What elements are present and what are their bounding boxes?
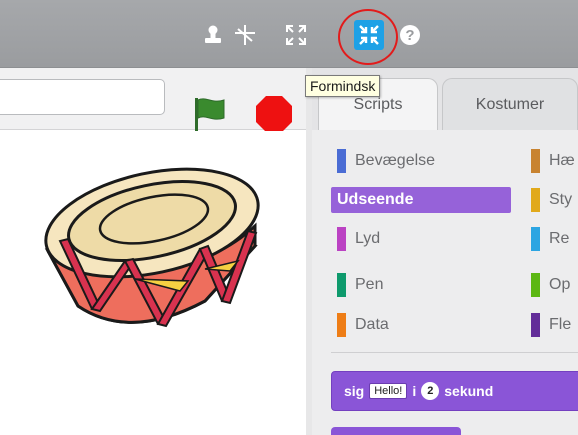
category-motion[interactable]: Bevægelse: [337, 148, 435, 174]
category-label: Op: [549, 276, 571, 293]
category-color-swatch: [531, 273, 540, 297]
category-label: Udseende: [337, 191, 414, 208]
category-more-blocks[interactable]: Fle: [531, 312, 571, 338]
category-color-swatch: [531, 313, 540, 337]
grow-icon[interactable]: [283, 22, 309, 48]
cut-icon[interactable]: [232, 22, 258, 48]
say-for-secs-block[interactable]: sig Hello! i 2 sekund: [331, 371, 578, 411]
category-color-swatch: [337, 227, 346, 251]
block-joiner: i: [412, 383, 417, 399]
top-toolbar: ?: [0, 0, 578, 68]
block-keyword: sig: [344, 383, 365, 399]
category-label: Pen: [355, 276, 384, 293]
category-looks[interactable]: Udseende: [331, 187, 511, 213]
category-color-swatch: [531, 188, 540, 212]
category-data[interactable]: Data: [337, 312, 389, 338]
svg-text:?: ?: [405, 27, 414, 44]
category-label: Fle: [549, 316, 572, 333]
drum-sprite[interactable]: [30, 131, 280, 331]
category-operators[interactable]: Op: [531, 272, 570, 298]
category-control[interactable]: Sty: [531, 187, 572, 213]
tab-costumes[interactable]: Kostumer: [442, 78, 578, 130]
category-color-swatch: [531, 227, 540, 251]
category-label: Bevægelse: [355, 152, 436, 169]
stamp-icon[interactable]: [200, 22, 226, 48]
green-flag-icon[interactable]: [192, 94, 226, 134]
tooltip: Formindsk: [305, 75, 381, 97]
tab-costumes-label: Kostumer: [475, 95, 545, 113]
category-label: Data: [355, 316, 389, 333]
category-color-swatch: [337, 149, 346, 173]
palette-separator: [331, 352, 578, 353]
category-color-swatch: [337, 273, 346, 297]
block-suffix: sekund: [444, 383, 494, 399]
category-color-swatch: [531, 149, 540, 173]
category-label: Sty: [549, 191, 573, 208]
next-block-partial[interactable]: [331, 427, 461, 435]
category-label: Re: [549, 230, 570, 247]
help-icon[interactable]: ?: [397, 22, 423, 48]
category-color-swatch: [337, 313, 346, 337]
category-pen[interactable]: Pen: [337, 272, 383, 298]
project-title-input[interactable]: [0, 79, 165, 115]
highlight-ring: [338, 9, 398, 65]
category-sound[interactable]: Lyd: [337, 226, 380, 252]
category-sensing[interactable]: Re: [531, 226, 569, 252]
block-text-input[interactable]: Hello!: [369, 383, 408, 399]
category-label: Hæ: [549, 152, 575, 169]
block-number-input[interactable]: 2: [421, 382, 440, 400]
tab-scripts-label: Scripts: [353, 95, 403, 113]
stage[interactable]: [0, 131, 306, 435]
scratch-editor: ? Scripts Kostumer Bevægelse Udseende Ly…: [0, 0, 578, 435]
category-events[interactable]: Hæ: [531, 148, 575, 174]
category-label: Lyd: [355, 230, 381, 247]
stop-icon[interactable]: [255, 95, 293, 133]
